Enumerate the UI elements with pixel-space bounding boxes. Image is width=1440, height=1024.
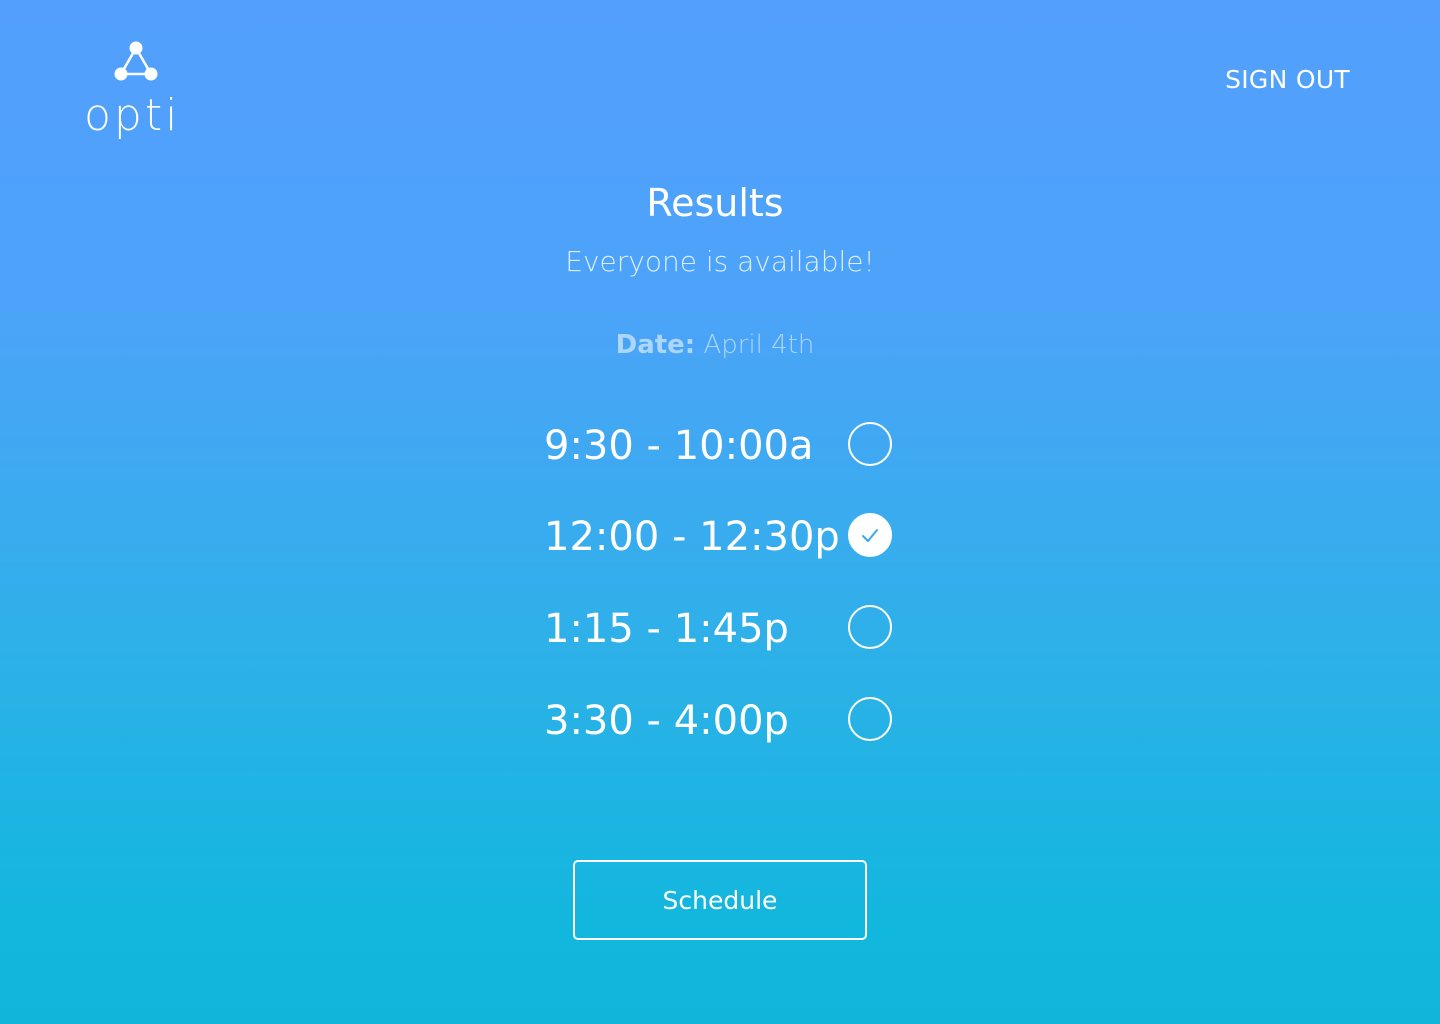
time-slot-radio-selected[interactable]	[848, 513, 892, 557]
date-label: Date:	[615, 330, 696, 360]
time-slot-label: 9:30 - 10:00a	[544, 423, 814, 469]
time-slot-label: 3:30 - 4:00p	[544, 698, 789, 744]
brand-logo[interactable]: opti	[84, 40, 188, 150]
time-slot-option[interactable]: 9:30 - 10:00a	[544, 416, 904, 476]
connected-nodes-icon	[114, 41, 158, 81]
date-line: Date: April 4th	[0, 326, 1430, 364]
logo-text: opti	[84, 90, 181, 141]
time-slot-option[interactable]: 1:15 - 1:45p	[544, 599, 904, 659]
time-slot-radio[interactable]	[848, 697, 892, 741]
time-slot-radio[interactable]	[848, 605, 892, 649]
time-slot-option[interactable]: 12:00 - 12:30p	[544, 507, 904, 567]
time-slot-radio[interactable]	[848, 422, 892, 466]
time-slot-option[interactable]: 3:30 - 4:00p	[544, 691, 904, 751]
page-title: Results	[646, 181, 784, 225]
date-value: April 4th	[703, 330, 815, 360]
time-slot-label: 1:15 - 1:45p	[544, 606, 789, 652]
time-slot-label: 12:00 - 12:30p	[544, 514, 840, 560]
availability-message: Everyone is available!	[565, 245, 875, 278]
checkmark-icon	[862, 529, 878, 542]
sign-out-link[interactable]: SIGN OUT	[1225, 64, 1350, 96]
schedule-button[interactable]: Schedule	[573, 860, 867, 940]
